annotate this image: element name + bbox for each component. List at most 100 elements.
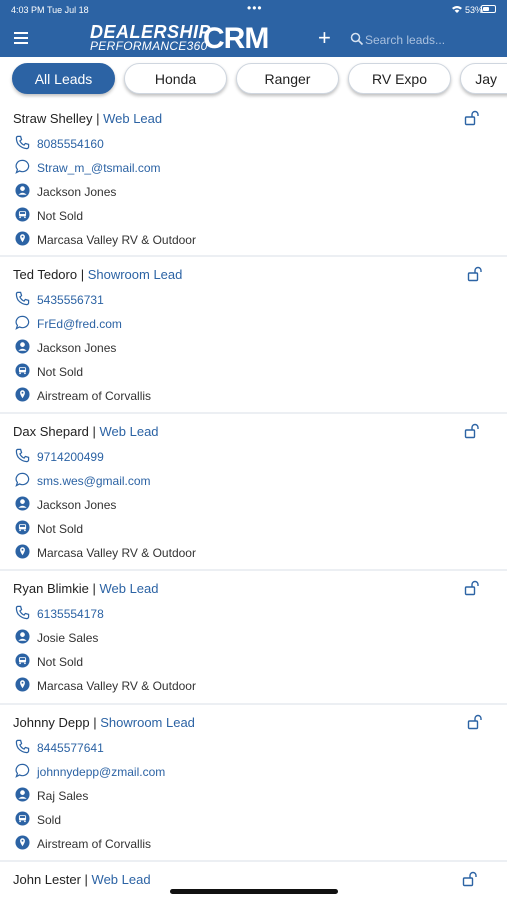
person-icon	[15, 183, 30, 198]
status-row: Not Sold	[0, 650, 507, 674]
email-row[interactable]: johnnydepp@zmail.com	[0, 760, 507, 784]
dealership-location: Airstream of Corvallis	[37, 837, 152, 851]
location-icon	[15, 544, 30, 559]
lead-card[interactable]: Straw Shelley | Web Lead 8085554160 Stra…	[0, 104, 507, 257]
lead-type: Web Lead	[99, 424, 159, 439]
lead-card[interactable]: Ted Tedoro | Showroom Lead 5435556731 Fr…	[0, 257, 507, 414]
lead-card[interactable]: Ryan Blimkie | Web Lead 6135554178 Josie…	[0, 571, 507, 705]
unlock-icon[interactable]	[464, 110, 480, 126]
salesperson-name: Raj Sales	[37, 789, 89, 803]
lead-title: Ryan Blimkie | Web Lead	[13, 581, 159, 596]
home-indicator[interactable]	[170, 889, 338, 894]
unlock-icon[interactable]	[464, 580, 480, 596]
dealership-location: Marcasa Valley RV & Outdoor	[37, 233, 196, 247]
lead-filter-tabs: All Leads Honda Ranger RV Expo Jay	[0, 60, 507, 100]
location-icon	[15, 677, 30, 692]
lead-title: Johnny Depp | Showroom Lead	[13, 715, 195, 730]
lead-title: John Lester | Web Lead	[13, 872, 151, 887]
phone-row[interactable]: 5435556731	[0, 288, 507, 312]
unlock-icon[interactable]	[464, 423, 480, 439]
email-row[interactable]: sms.wes@gmail.com	[0, 469, 507, 493]
salesperson-row: Jackson Jones	[0, 180, 507, 204]
lead-card[interactable]: John Lester | Web Lead	[0, 862, 507, 900]
search-bar[interactable]	[343, 27, 495, 51]
status-row: Sold	[0, 808, 507, 832]
email-address[interactable]: FrEd@fred.com	[37, 317, 122, 331]
multitasking-dots[interactable]: •••	[247, 1, 263, 15]
phone-icon	[15, 605, 30, 620]
phone-row[interactable]: 8445577641	[0, 736, 507, 760]
phone-icon	[15, 739, 30, 754]
salesperson-name: Josie Sales	[37, 631, 99, 645]
lead-name: Ryan Blimkie	[13, 581, 89, 596]
salesperson-name: Jackson Jones	[37, 498, 117, 512]
lead-type: Web Lead	[99, 581, 159, 596]
leads-list: Straw Shelley | Web Lead 8085554160 Stra…	[0, 104, 507, 900]
tab-rv-expo[interactable]: RV Expo	[348, 63, 451, 94]
phone-icon	[15, 448, 30, 463]
logo-crm: CRM	[203, 22, 269, 55]
email-address[interactable]: Straw_m_@tsmail.com	[37, 161, 161, 175]
sale-status: Not Sold	[37, 655, 84, 669]
unlock-icon[interactable]	[462, 871, 478, 887]
add-lead-button[interactable]: +	[318, 27, 331, 49]
status-row: Not Sold	[0, 517, 507, 541]
unlock-icon[interactable]	[467, 714, 483, 730]
lead-name: Dax Shepard	[13, 424, 89, 439]
sale-status: Sold	[37, 813, 62, 827]
phone-icon	[15, 135, 30, 150]
tab-all-leads[interactable]: All Leads	[12, 63, 115, 94]
status-bar: 4:03 PM Tue Jul 18 ••• 53%	[0, 0, 507, 20]
person-icon	[15, 339, 30, 354]
email-row[interactable]: FrEd@fred.com	[0, 312, 507, 336]
tab-honda[interactable]: Honda	[124, 63, 227, 94]
salesperson-row: Jackson Jones	[0, 493, 507, 517]
status-time: 4:03 PM	[11, 5, 45, 15]
email-row[interactable]: Straw_m_@tsmail.com	[0, 156, 507, 180]
lead-type: Showroom Lead	[87, 267, 183, 282]
lead-type: Web Lead	[91, 872, 151, 887]
dealership-location: Marcasa Valley RV & Outdoor	[37, 546, 196, 560]
sale-status: Not Sold	[37, 209, 84, 223]
vehicle-icon	[15, 520, 30, 535]
tab-ranger[interactable]: Ranger	[236, 63, 339, 94]
phone-row[interactable]: 6135554178	[0, 602, 507, 626]
phone-number[interactable]: 6135554178	[37, 607, 104, 621]
search-icon	[350, 32, 364, 46]
person-icon	[15, 496, 30, 511]
person-icon	[15, 787, 30, 802]
phone-number[interactable]: 9714200499	[37, 450, 104, 464]
location-icon	[15, 835, 30, 850]
phone-row[interactable]: 8085554160	[0, 132, 507, 156]
search-input[interactable]	[365, 31, 489, 49]
message-icon	[15, 315, 30, 330]
tab-jay[interactable]: Jay	[460, 63, 507, 94]
battery-icon	[481, 5, 496, 13]
dealership-location: Marcasa Valley RV & Outdoor	[37, 679, 196, 693]
status-row: Not Sold	[0, 204, 507, 228]
person-icon	[15, 629, 30, 644]
message-icon	[15, 159, 30, 174]
phone-number[interactable]: 8085554160	[37, 137, 104, 151]
email-address[interactable]: sms.wes@gmail.com	[37, 474, 151, 488]
phone-icon	[15, 291, 30, 306]
lead-card[interactable]: Dax Shepard | Web Lead 9714200499 sms.we…	[0, 414, 507, 571]
lead-card[interactable]: Johnny Depp | Showroom Lead 8445577641 j…	[0, 705, 507, 862]
salesperson-row: Raj Sales	[0, 784, 507, 808]
location-row: Marcasa Valley RV & Outdoor	[0, 541, 507, 565]
location-row: Airstream of Corvallis	[0, 832, 507, 856]
unlock-icon[interactable]	[467, 266, 483, 282]
phone-row[interactable]: 9714200499	[0, 445, 507, 469]
phone-number[interactable]: 8445577641	[37, 741, 104, 755]
lead-name: Straw Shelley	[13, 111, 93, 126]
vehicle-icon	[15, 811, 30, 826]
vehicle-icon	[15, 207, 30, 222]
lead-type: Showroom Lead	[100, 715, 195, 730]
email-address[interactable]: johnnydepp@zmail.com	[37, 765, 165, 779]
phone-number[interactable]: 5435556731	[37, 293, 104, 307]
salesperson-row: Josie Sales	[0, 626, 507, 650]
status-date: Tue Jul 18	[47, 5, 89, 15]
message-icon	[15, 472, 30, 487]
sale-status: Not Sold	[37, 522, 84, 536]
menu-button[interactable]	[14, 32, 28, 44]
